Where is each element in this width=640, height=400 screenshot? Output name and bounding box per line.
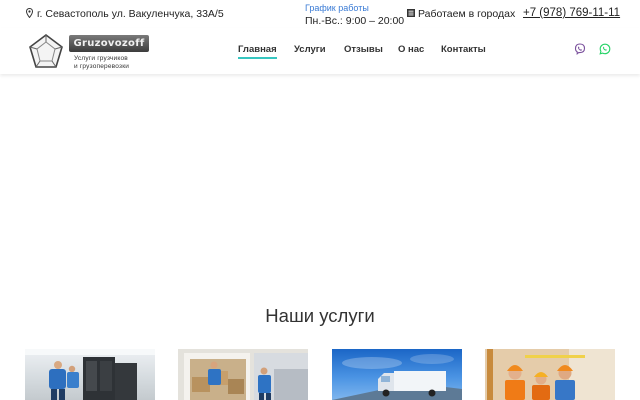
nav-item-about[interactable]: О нас [398,44,424,55]
phone-link[interactable]: +7 (978) 769-11-11 [523,7,620,19]
service-card-loading[interactable] [178,349,308,400]
location-pin-icon [26,8,33,18]
nav-item-contacts[interactable]: Контакты [441,44,486,55]
service-card-transport[interactable] [332,349,462,400]
cities-link[interactable]: Работаем в городах [407,8,515,20]
schedule-value: Пн.-Вс.: 9:00 – 20:00 [305,15,405,27]
site-logo[interactable]: Gruzovozoff Услуги грузчиков и грузопере… [26,32,151,72]
viber-icon[interactable] [574,43,586,55]
workers-in-hardhats-photo-icon [485,349,615,400]
whatsapp-icon[interactable] [599,43,611,55]
work-schedule: График работы Пн.-Вс.: 9:00 – 20:00 [305,3,404,28]
schedule-label: График работы [305,3,369,13]
address: г. Севастополь ул. Вакуленчука, 33А/5 [26,8,224,20]
movers-carrying-appliance-photo-icon [25,349,155,400]
address-text: г. Севастополь ул. Вакуленчука, 33А/5 [37,8,224,20]
service-card-movers[interactable] [25,349,155,400]
nav-item-services[interactable]: Услуги [294,44,326,55]
logo-emblem-icon [29,34,63,68]
movers-loading-van-photo-icon [178,349,308,400]
service-card-workers[interactable] [485,349,615,400]
cities-text: Работаем в городах [418,8,516,20]
nav-item-home[interactable]: Главная [238,44,277,59]
logo-brand: Gruzovozoff [69,35,149,52]
services-title: Наши услуги [265,305,375,326]
nav-item-reviews[interactable]: Отзывы [344,44,383,55]
list-icon [407,9,415,17]
logo-tagline-2: и грузоперевозки [74,63,130,70]
top-info-bar: г. Севастополь ул. Вакуленчука, 33А/5 Гр… [0,0,640,28]
truck-on-road-photo-icon [332,354,462,400]
logo-tagline-1: Услуги грузчиков [74,55,128,62]
